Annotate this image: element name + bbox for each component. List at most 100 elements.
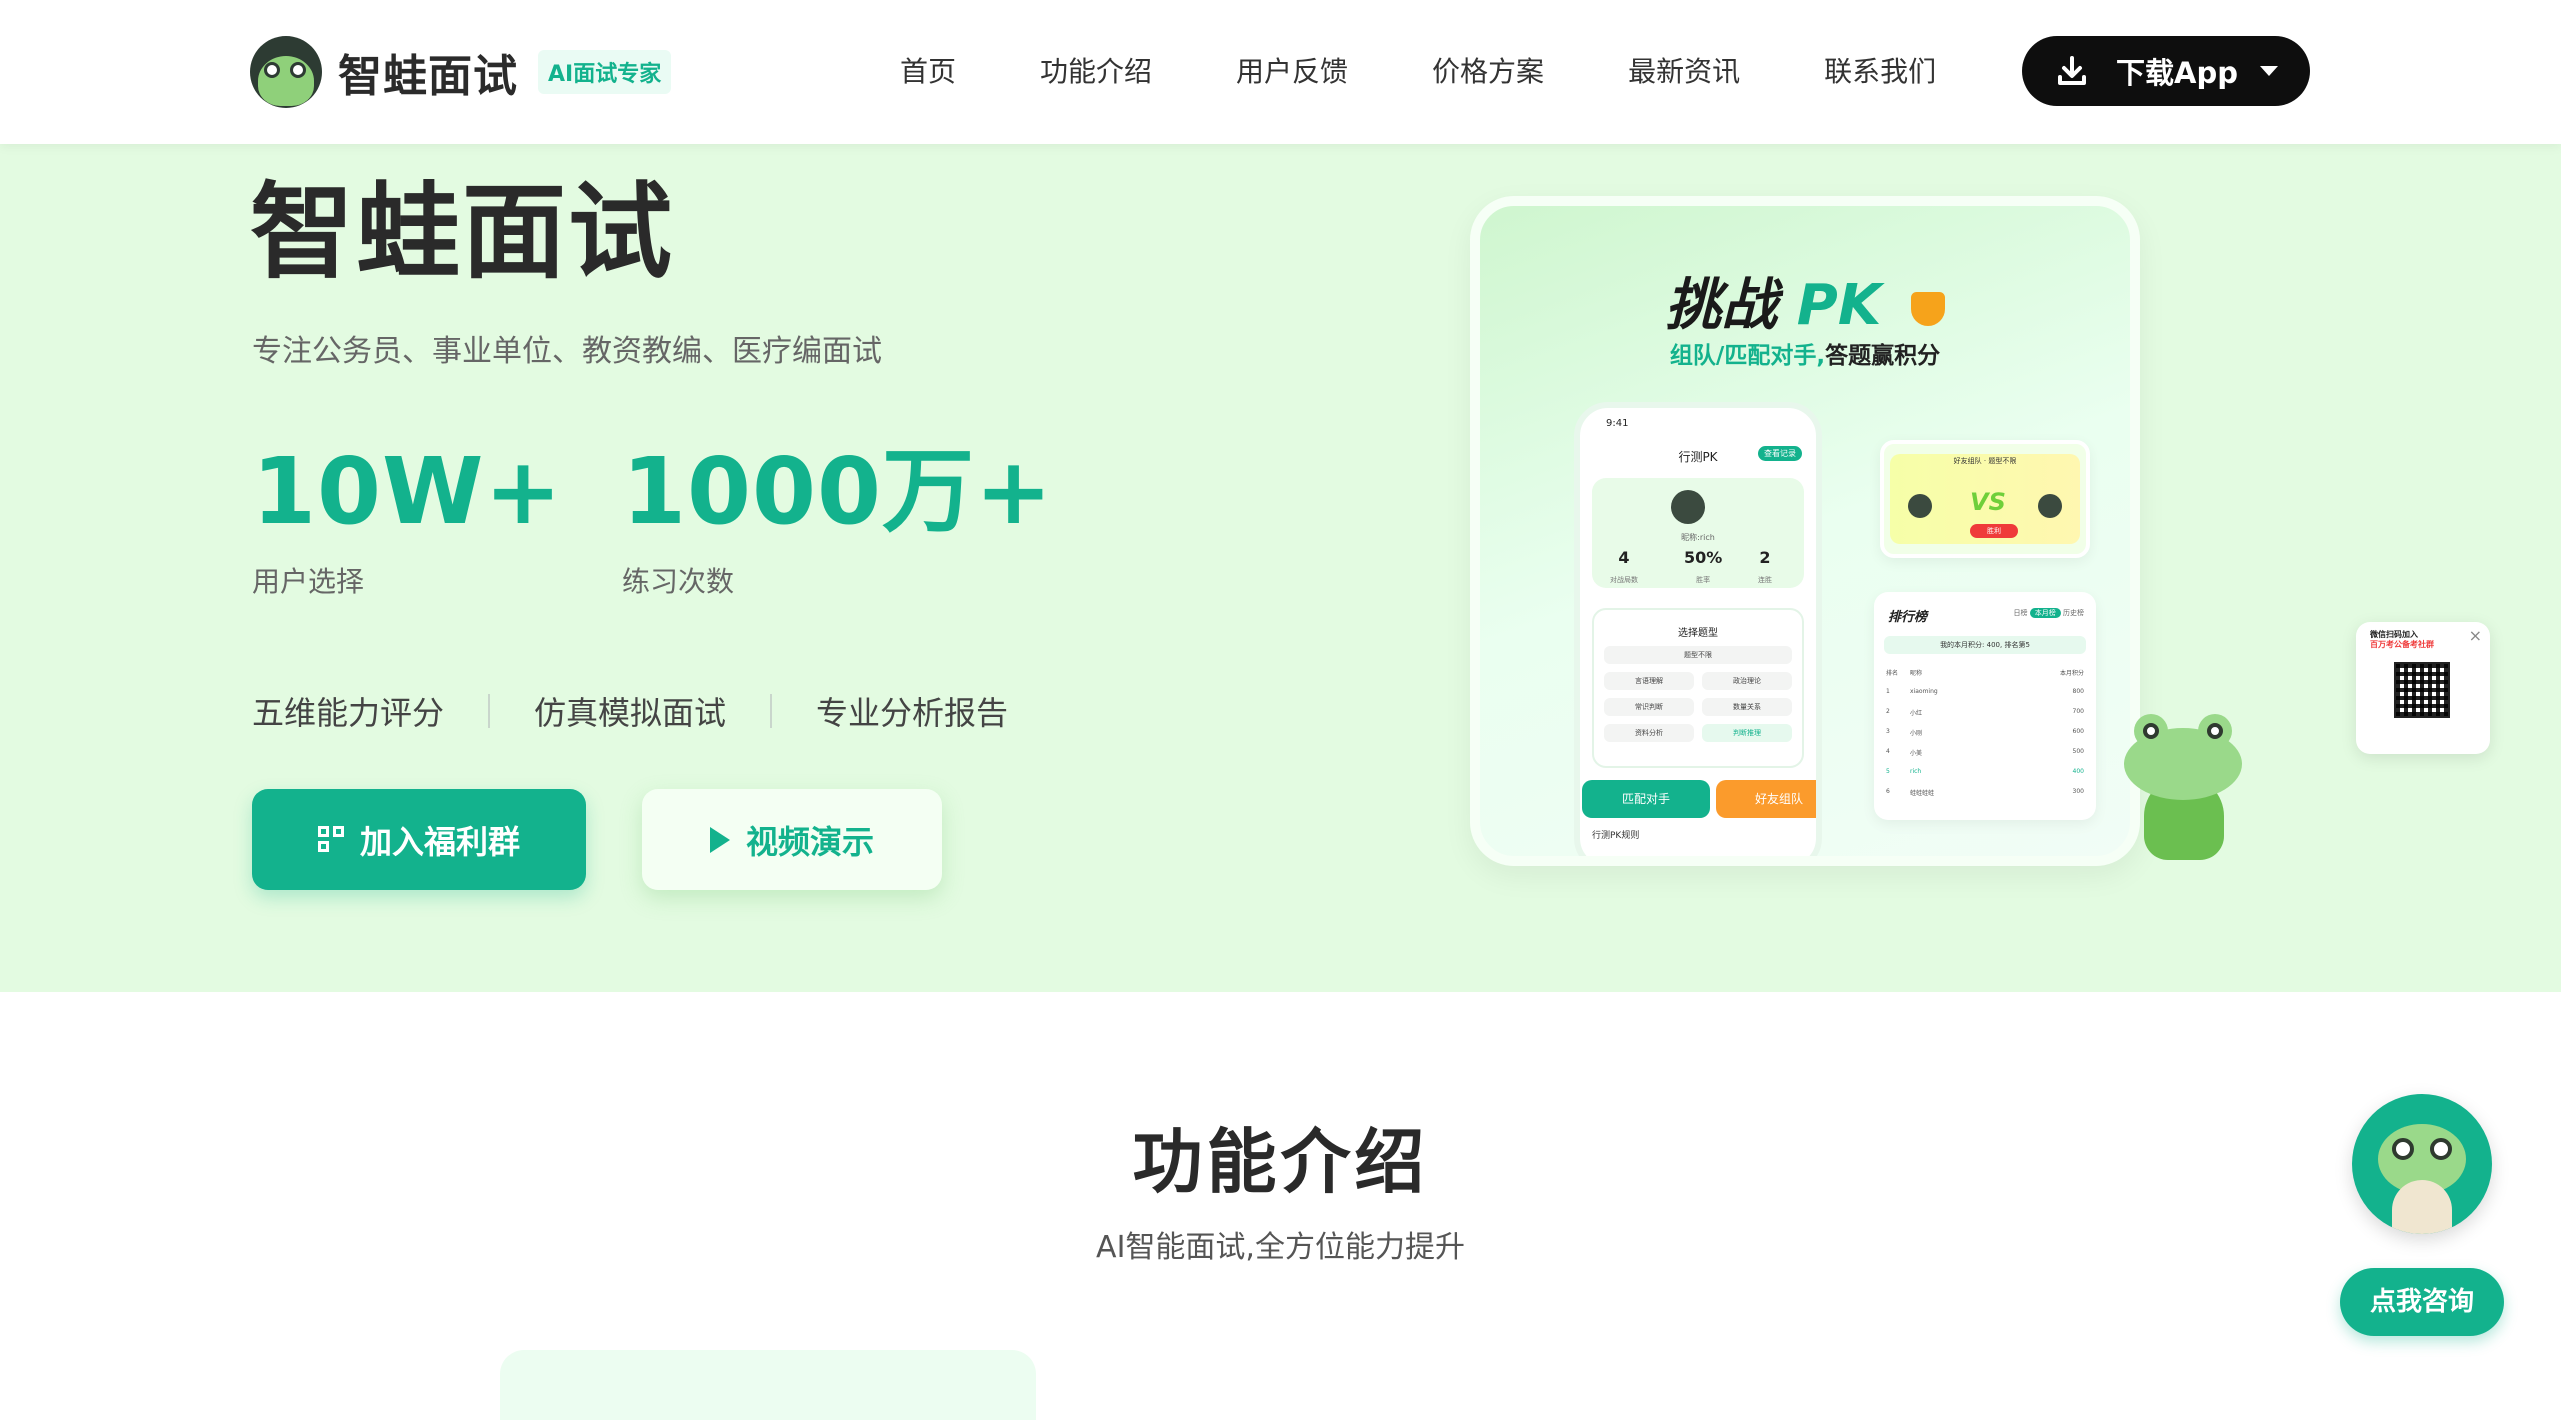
divider (770, 694, 773, 728)
phone-chip: 数量关系 (1702, 698, 1792, 716)
close-icon[interactable]: × (2469, 626, 2482, 645)
section-title: 功能介绍 (1132, 1121, 1429, 1203)
leaderboard-header-cell: 排名 (1886, 670, 1899, 677)
nav-item-home[interactable]: 首页 (900, 50, 956, 90)
consult-button[interactable]: 点我咨询 (2340, 1268, 2504, 1336)
name-cell: 蛙蛙蛙蛙 (1910, 790, 1935, 797)
phone-stat-label: 对战局数 (1610, 576, 1638, 584)
name-cell: rich (1910, 768, 1922, 775)
leaderboard-tab: 历史榜 (2063, 609, 2084, 617)
avatar (1671, 490, 1705, 524)
rank-cell: 6 (1886, 788, 1890, 795)
phone-record-badge: 查看记录 (1758, 446, 1802, 461)
phone-nickname: 昵称:rich (1681, 533, 1715, 542)
section-subtitle: AI智能面试,全方位能力提升 (1096, 1230, 1465, 1265)
phone-time: 9:41 (1606, 418, 1629, 429)
stat-users: 10W+ 用户选择 (252, 446, 563, 600)
qr-popup[interactable]: 微信扫码加入 百万考公备考社群 × (2356, 622, 2490, 754)
table-row: 1 xiaoming 800 (1886, 688, 2084, 695)
nav-item-feedback[interactable]: 用户反馈 (1236, 50, 1348, 90)
score-cell: 700 (2072, 708, 2084, 715)
phone-match-button: 匹配对手 (1582, 780, 1710, 818)
rank-cell: 3 (1886, 728, 1890, 735)
vs-result-badge: 胜利 (1970, 524, 2018, 538)
nav-item-pricing[interactable]: 价格方案 (1432, 50, 1544, 90)
phone-select-panel: 选择题型 题型不限 言语理解 政治理论 常识判断 数量关系 资料分析 判断推理 (1592, 608, 1804, 768)
leaderboard-header-cell: 昵称 (1910, 670, 1923, 677)
vs-card: 好友组队 · 题型不限 VS 胜利 (1880, 440, 2090, 558)
rank-cell: 2 (1886, 708, 1890, 715)
trophy-icon (1910, 291, 1945, 326)
hero-title: 智蛙面试 (250, 171, 675, 293)
phone-stat: 2 连胜 (1758, 548, 1772, 586)
showcase-title-pk: PK (1796, 273, 1882, 338)
stat-practice: 1000万+ 练习次数 (622, 446, 1053, 600)
frog-mascot-icon (2120, 714, 2250, 864)
score-cell: 800 (2072, 688, 2084, 695)
phone-rules: 行测PK规则 (1592, 831, 1640, 841)
showcase-title: 挑战 PK (1480, 260, 2130, 341)
nav-item-news[interactable]: 最新资讯 (1628, 50, 1740, 90)
phone-chip: 资料分析 (1604, 724, 1694, 742)
frog-logo-icon (250, 36, 322, 108)
score-cell: 600 (2072, 728, 2084, 735)
download-app-button[interactable]: 下载App (2022, 36, 2310, 106)
download-icon (2058, 56, 2086, 85)
phone-stat: 50% 胜率 (1684, 548, 1722, 586)
showcase-subtitle-green: 组队/匹配对手, (1669, 343, 1826, 369)
video-demo-button[interactable]: 视频演示 (642, 789, 942, 890)
table-row: 4 小美 500 (1886, 748, 2084, 757)
brand-name: 智蛙面试 (338, 51, 518, 102)
name-cell: 小刚 (1910, 730, 1923, 737)
hero-subtitle: 专注公务员、事业单位、教资教编、医疗编面试 (252, 334, 882, 369)
rank-cell: 1 (1886, 688, 1890, 695)
showcase-title-prefix: 挑战 (1665, 273, 1778, 338)
divider (488, 694, 491, 728)
phone-stat: 4 对战局数 (1610, 548, 1638, 586)
name-cell: 小红 (1910, 710, 1923, 717)
stat-users-value: 10W+ (252, 438, 563, 545)
leaderboard-mine: 我的本月积分: 400, 排名第5 (1884, 636, 2086, 654)
qr-code-image (2394, 662, 2450, 718)
qr-popup-title: 微信扫码加入 百万考公备考社群 (2370, 630, 2460, 649)
score-cell: 300 (2072, 788, 2084, 795)
main-nav: 首页 功能介绍 用户反馈 价格方案 最新资讯 联系我们 (900, 50, 1936, 90)
download-label: 下载App (2116, 56, 2238, 90)
phone-stat-value: 4 (1618, 548, 1630, 567)
brand-tag: AI面试专家 (538, 50, 672, 94)
qr-code-icon (317, 825, 346, 854)
table-row: 6 蛙蛙蛙蛙 300 (1886, 788, 2084, 797)
site-header: 智蛙面试 AI面试专家 首页 功能介绍 用户反馈 价格方案 最新资讯 联系我们 … (0, 0, 2561, 144)
consult-avatar-icon[interactable] (2352, 1094, 2492, 1234)
join-group-button[interactable]: 加入福利群 (252, 789, 586, 890)
leaderboard-title: 排行榜 (1888, 610, 1928, 625)
nav-item-contact[interactable]: 联系我们 (1824, 50, 1936, 90)
phone-select-title: 选择题型 (1678, 628, 1718, 639)
qr-popup-line2: 百万考公备考社群 (2370, 639, 2434, 649)
feature-item: 五维能力评分 (252, 694, 445, 732)
leaderboard-tab: 本月榜 (2029, 608, 2061, 618)
logo[interactable]: 智蛙面试 AI面试专家 (250, 36, 672, 108)
avatar (1908, 494, 1932, 518)
table-row: 3 小刚 600 (1886, 728, 2084, 737)
feature-item: 仿真模拟面试 (534, 694, 727, 732)
rank-cell: 5 (1886, 768, 1890, 775)
stat-practice-value: 1000万+ (622, 438, 1054, 545)
phone-chip: 政治理论 (1702, 672, 1792, 690)
score-cell: 500 (2072, 748, 2084, 755)
rank-cell: 4 (1886, 748, 1890, 755)
stat-practice-label: 练习次数 (622, 565, 735, 598)
table-row: 2 小红 700 (1886, 708, 2084, 717)
phone-chip: 常识判断 (1604, 698, 1694, 716)
feature-item: 专业分析报告 (816, 694, 1009, 732)
score-cell: 400 (2072, 768, 2084, 775)
feature-card (500, 1350, 1036, 1420)
vs-card-title: 好友组队 · 题型不限 (1953, 457, 2017, 465)
video-demo-label: 视频演示 (745, 822, 874, 861)
leaderboard-tabs: 日榜 本月榜 历史榜 (2014, 608, 2084, 618)
nav-item-features[interactable]: 功能介绍 (1040, 50, 1152, 90)
name-cell: xiaoming (1910, 688, 1938, 695)
phone-mockup: 9:41 行测PK 查看记录 昵称:rich 4 对战局数 50% 胜率 2 连… (1574, 402, 1822, 856)
phone-stat-value: 50% (1684, 548, 1723, 567)
leaderboard-card: 排行榜 日榜 本月榜 历史榜 我的本月积分: 400, 排名第5 排名 昵称 本… (1874, 592, 2096, 820)
